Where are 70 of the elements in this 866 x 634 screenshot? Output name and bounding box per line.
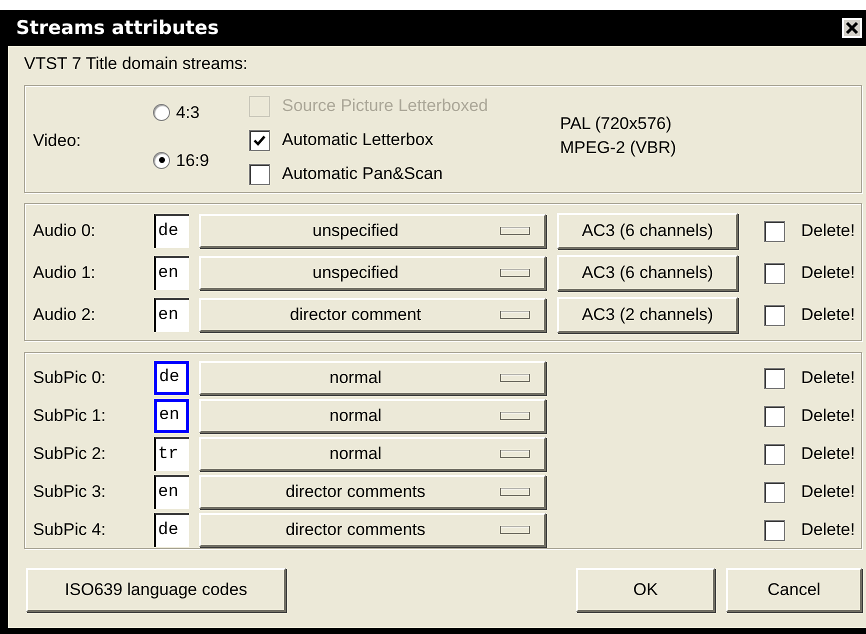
- radio-label: 16:9: [176, 150, 210, 172]
- dropdown-bar-icon: [500, 526, 530, 534]
- checkbox[interactable]: [249, 164, 270, 184]
- mode-dropdown[interactable]: normal: [199, 361, 546, 395]
- stream-label: SubPic 0:: [33, 368, 106, 388]
- mode-dropdown[interactable]: director comment: [199, 298, 546, 332]
- radio-button[interactable]: [153, 152, 170, 169]
- section-heading: VTST 7 Title domain streams:: [24, 54, 248, 73]
- delete-label: Delete!: [801, 405, 855, 428]
- stream-label: SubPic 1:: [33, 406, 106, 426]
- checkbox[interactable]: [764, 304, 786, 326]
- language-field[interactable]: de: [154, 361, 189, 395]
- dropdown-bar-icon: [500, 450, 530, 458]
- stream-label: Audio 1:: [33, 263, 96, 282]
- delete-label: Delete!: [801, 519, 855, 542]
- delete-label: Delete!: [801, 367, 855, 390]
- mode-dropdown[interactable]: normal: [199, 437, 546, 471]
- cancel-button[interactable]: Cancel: [726, 568, 862, 612]
- language-field[interactable]: en: [154, 399, 189, 433]
- video-label: Video:: [33, 130, 81, 152]
- mode-dropdown[interactable]: director comments: [199, 513, 546, 547]
- stream-label: Audio 0:: [33, 221, 96, 240]
- dropdown-bar-icon: [500, 269, 530, 277]
- format-button[interactable]: AC3 (2 channels): [557, 297, 738, 333]
- dropdown-bar-icon: [500, 488, 530, 496]
- language-field[interactable]: de: [154, 513, 189, 547]
- checkbox[interactable]: [764, 368, 786, 388]
- format-button[interactable]: AC3 (6 channels): [557, 255, 738, 291]
- delete-label: Delete!: [801, 304, 855, 326]
- stream-label: Audio 2:: [33, 305, 96, 324]
- language-field[interactable]: en: [154, 298, 189, 332]
- format-button[interactable]: AC3 (6 channels): [557, 213, 738, 249]
- stream-label: SubPic 4:: [33, 520, 106, 540]
- checkbox-label: Automatic Letterbox: [282, 129, 434, 152]
- stream-label: SubPic 2:: [33, 444, 106, 464]
- checkbox[interactable]: [764, 406, 786, 426]
- delete-label: Delete!: [801, 443, 855, 466]
- mode-dropdown[interactable]: unspecified: [199, 214, 546, 248]
- checkbox[interactable]: [764, 444, 786, 464]
- mode-dropdown[interactable]: normal: [199, 399, 546, 433]
- checkbox[interactable]: [764, 482, 786, 502]
- dropdown-bar-icon: [500, 311, 530, 319]
- language-codes-button[interactable]: ISO639 language codes: [26, 568, 286, 612]
- language-field[interactable]: tr: [154, 437, 189, 471]
- language-field[interactable]: en: [154, 475, 189, 509]
- language-field[interactable]: de: [154, 214, 189, 248]
- dropdown-bar-icon: [500, 412, 530, 420]
- mode-dropdown[interactable]: unspecified: [199, 256, 546, 290]
- checkbox[interactable]: [249, 130, 270, 150]
- checkbox-label: Automatic Pan&Scan: [282, 163, 443, 186]
- dropdown-bar-icon: [500, 374, 530, 382]
- delete-label: Delete!: [801, 220, 855, 242]
- checkbox[interactable]: [764, 220, 786, 242]
- delete-label: Delete!: [801, 262, 855, 284]
- delete-label: Delete!: [801, 481, 855, 504]
- checkbox-label: Source Picture Letterboxed: [282, 95, 488, 118]
- radio-button[interactable]: [153, 104, 170, 122]
- mode-dropdown[interactable]: director comments: [199, 475, 546, 509]
- window-title: Streams attributes: [16, 16, 219, 41]
- checkmark-icon: [253, 134, 266, 146]
- checkbox[interactable]: [764, 520, 786, 540]
- stream-label: SubPic 3:: [33, 482, 106, 502]
- dropdown-bar-icon: [500, 227, 530, 235]
- language-field[interactable]: en: [154, 256, 189, 290]
- radio-label: 4:3: [176, 102, 200, 124]
- close-icon[interactable]: [842, 18, 862, 38]
- checkbox[interactable]: [764, 262, 786, 284]
- video-info: MPEG-2 (VBR): [560, 136, 676, 158]
- video-info: PAL (720x576): [560, 112, 673, 134]
- ok-button[interactable]: OK: [576, 568, 715, 612]
